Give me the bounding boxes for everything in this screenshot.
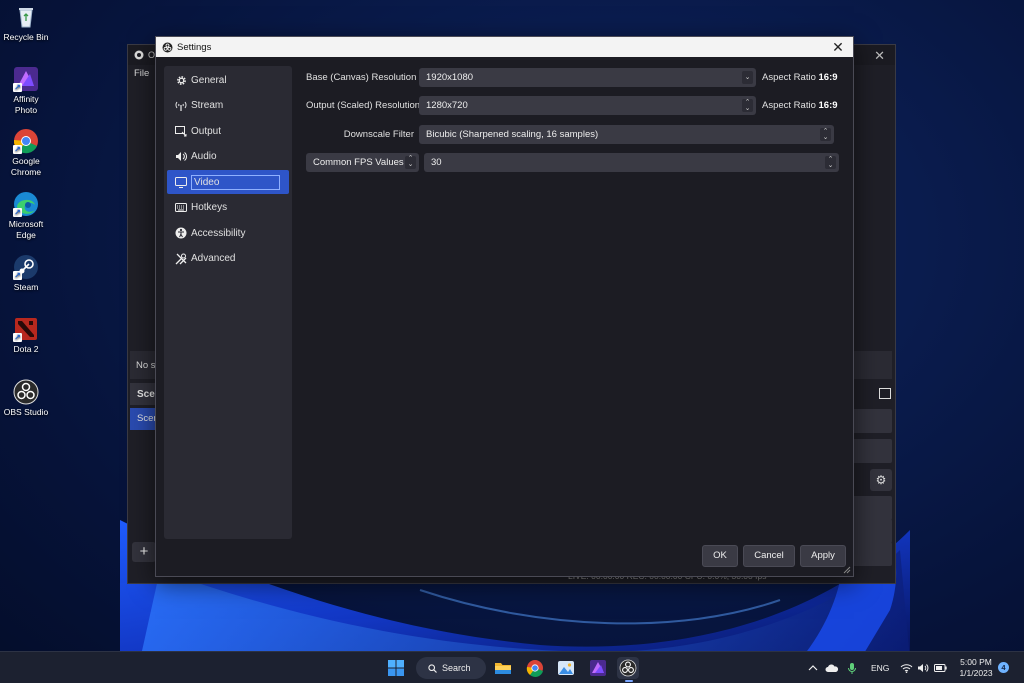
affinity-photo-icon: ↗ xyxy=(13,66,39,92)
desktop-icon-obs-studio[interactable]: OBS Studio xyxy=(2,379,50,418)
sidebar-item-audio[interactable]: Audio xyxy=(167,145,289,169)
desktop-icon-recycle-bin[interactable]: Recycle Bin xyxy=(2,4,50,43)
language-indicator[interactable]: ENG xyxy=(871,652,889,683)
desktop-icon-dota-2[interactable]: ↗ Dota 2 xyxy=(2,316,50,355)
menu-file[interactable]: File xyxy=(134,68,149,79)
obs-logo-icon xyxy=(162,42,173,52)
updown-icon: ⌃ ⌄ xyxy=(742,99,753,112)
dock-undock-icon[interactable] xyxy=(879,388,891,399)
clock-time: 5:00 PM xyxy=(960,657,992,667)
obs-logo-icon xyxy=(134,50,144,60)
desktop-icon-microsoft-edge[interactable]: ↗ Microsoft Edge xyxy=(2,191,50,241)
obs-settings-gear-icon[interactable]: ⚙ xyxy=(870,469,892,491)
sidebar-item-general[interactable]: General xyxy=(167,68,289,92)
obs-studio-icon[interactable] xyxy=(617,657,639,679)
settings-title: Settings xyxy=(177,41,212,53)
obs-right-panel xyxy=(852,351,892,379)
active-app-indicator xyxy=(625,680,633,682)
volume-icon[interactable] xyxy=(917,652,929,683)
dota-2-icon: ↗ xyxy=(13,316,39,342)
desktop-icon-steam[interactable]: ↗ Steam xyxy=(2,254,50,293)
recycle-bin-icon xyxy=(13,4,39,30)
settings-titlebar: Settings ✕ xyxy=(156,37,853,57)
notification-badge[interactable]: 4 xyxy=(998,662,1009,673)
output-resolution-label: Output (Scaled) Resolution xyxy=(306,100,421,111)
updown-icon: ⌃ ⌄ xyxy=(405,155,416,169)
output-icon xyxy=(174,125,188,137)
fps-value-row: 30 ⌃ ⌄ xyxy=(424,153,839,172)
chrome-icon[interactable] xyxy=(524,657,546,679)
updown-icon: ⌃ ⌄ xyxy=(820,128,831,141)
obs-studio-icon xyxy=(13,379,39,405)
tools-icon xyxy=(174,253,188,265)
desktop-icon-google-chrome[interactable]: ↗ Google Chrome xyxy=(2,128,50,178)
obs-control-button[interactable] xyxy=(852,496,892,520)
base-resolution-combo[interactable]: 1920x1080 ⌄ xyxy=(419,68,756,87)
downscale-filter-combo[interactable]: Bicubic (Sharpened scaling, 16 samples) … xyxy=(419,125,834,144)
fps-value-combo[interactable]: 30 ⌃ ⌄ xyxy=(424,153,839,172)
base-aspect-ratio: Aspect Ratio 16:9 xyxy=(762,72,838,83)
sidebar-item-output[interactable]: Output xyxy=(167,119,289,143)
taskbar: Search ENG 5:00 PM 1/1/2023 4 xyxy=(0,651,1024,683)
downscale-filter-label: Downscale Filter xyxy=(343,129,414,140)
base-resolution-label: Base (Canvas) Resolution xyxy=(306,72,417,83)
monitor-icon xyxy=(174,176,188,188)
base-resolution-row: Base (Canvas) Resolution 1920x1080 ⌄ Asp… xyxy=(306,68,838,87)
ok-button[interactable]: OK xyxy=(702,545,738,567)
antenna-icon xyxy=(174,100,188,112)
output-resolution-row: Output (Scaled) Resolution 1280x720 ⌃ ⌄ A… xyxy=(306,96,838,115)
speaker-icon xyxy=(174,151,188,163)
obs-control-button[interactable] xyxy=(852,519,892,543)
cancel-button[interactable]: Cancel xyxy=(743,545,795,567)
sidebar-item-advanced[interactable]: Advanced xyxy=(167,247,289,271)
gear-icon xyxy=(174,74,188,86)
sidebar-item-hotkeys[interactable]: Hotkeys xyxy=(167,196,289,220)
battery-icon[interactable] xyxy=(934,652,947,683)
obs-control-button[interactable] xyxy=(852,439,892,463)
search-icon xyxy=(428,663,437,673)
apply-button[interactable]: Apply xyxy=(800,545,846,567)
onedrive-cloud-icon[interactable] xyxy=(825,652,839,683)
photos-icon[interactable] xyxy=(555,657,577,679)
updown-icon: ⌃ ⌄ xyxy=(825,156,836,169)
output-aspect-ratio: Aspect Ratio 16:9 xyxy=(762,100,838,111)
desktop-icon-affinity-photo[interactable]: ↗ Affinity Photo xyxy=(2,66,50,116)
chevron-down-icon: ⌄ xyxy=(742,71,753,84)
obs-main-title: O xyxy=(148,50,156,60)
taskbar-search[interactable]: Search xyxy=(416,657,486,679)
affinity-photo-icon[interactable] xyxy=(587,657,609,679)
output-resolution-combo[interactable]: 1280x720 ⌃ ⌄ xyxy=(419,96,756,115)
obs-main-close-icon[interactable]: ✕ xyxy=(874,48,885,64)
file-explorer-icon[interactable] xyxy=(492,657,514,679)
fps-type-combo[interactable]: Common FPS Values ⌃ ⌄ xyxy=(306,153,419,172)
microphone-icon[interactable] xyxy=(847,652,857,683)
taskbar-clock[interactable]: 5:00 PM 1/1/2023 xyxy=(955,657,997,679)
edge-icon: ↗ xyxy=(13,191,39,217)
sidebar-item-accessibility[interactable]: Accessibility xyxy=(167,221,289,245)
tray-chevron-up-icon[interactable] xyxy=(808,652,818,683)
settings-close-icon[interactable]: ✕ xyxy=(830,38,846,56)
start-icon[interactable] xyxy=(385,657,407,679)
wifi-icon[interactable] xyxy=(900,652,913,683)
obs-control-button[interactable] xyxy=(852,542,892,566)
chrome-icon: ↗ xyxy=(13,128,39,154)
sidebar-item-video[interactable]: Video xyxy=(167,170,289,194)
downscale-filter-row: Downscale Filter Bicubic (Sharpened scal… xyxy=(306,125,834,144)
clock-date: 1/1/2023 xyxy=(959,668,993,678)
keyboard-icon xyxy=(174,202,188,214)
sidebar-item-stream[interactable]: Stream xyxy=(167,94,289,118)
settings-sidebar: General Stream Output Audio Video Hotkey… xyxy=(164,66,292,539)
steam-icon: ↗ xyxy=(13,254,39,280)
obs-control-button[interactable] xyxy=(852,409,892,433)
accessibility-icon xyxy=(174,227,188,239)
settings-dialog: Settings ✕ General Stream Output Audio V… xyxy=(155,36,854,577)
add-scene-button[interactable]: + xyxy=(132,542,156,562)
resize-grip-icon[interactable] xyxy=(843,566,851,574)
